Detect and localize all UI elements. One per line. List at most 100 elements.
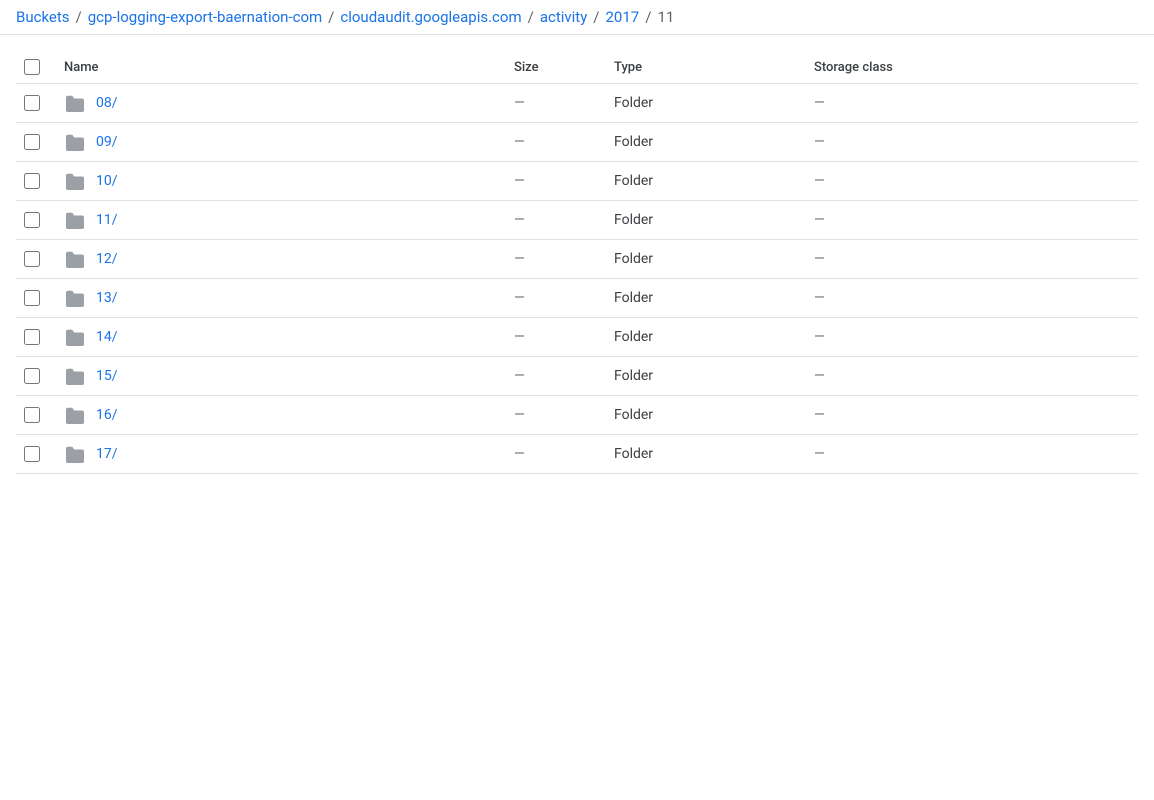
- folder-link-8[interactable]: 16/: [96, 407, 118, 423]
- row-checkbox-7[interactable]: [24, 368, 40, 384]
- size-value: —: [514, 134, 525, 150]
- row-name-cell: 15/: [56, 357, 506, 396]
- folder-link-7[interactable]: 15/: [96, 368, 118, 384]
- size-value: —: [514, 251, 525, 267]
- row-name-cell: 08/: [56, 84, 506, 123]
- row-type-cell: Folder: [606, 435, 806, 474]
- breadcrumb-separator: /: [328, 8, 334, 26]
- storage-class-value: —: [814, 446, 825, 462]
- row-checkbox-1[interactable]: [24, 134, 40, 150]
- storage-class-value: —: [814, 329, 825, 345]
- row-name-cell: 17/: [56, 435, 506, 474]
- row-storage-class-cell: —: [806, 123, 1138, 162]
- row-size-cell: —: [506, 357, 606, 396]
- size-value: —: [514, 368, 525, 384]
- breadcrumb-separator: /: [76, 8, 82, 26]
- row-size-cell: —: [506, 123, 606, 162]
- row-size-cell: —: [506, 162, 606, 201]
- folder-link-4[interactable]: 12/: [96, 251, 118, 267]
- storage-class-value: —: [814, 212, 825, 228]
- row-size-cell: —: [506, 396, 606, 435]
- folder-icon: [64, 445, 86, 463]
- storage-class-value: —: [814, 173, 825, 189]
- table-row: 16/ —Folder—: [16, 396, 1138, 435]
- breadcrumb-link-2017[interactable]: 2017: [606, 8, 640, 26]
- size-value: —: [514, 212, 525, 228]
- row-checkbox-cell: [16, 396, 56, 435]
- row-type-cell: Folder: [606, 357, 806, 396]
- row-checkbox-2[interactable]: [24, 173, 40, 189]
- folder-icon: [64, 94, 86, 112]
- storage-class-value: —: [814, 407, 825, 423]
- folder-link-6[interactable]: 14/: [96, 329, 118, 345]
- table-row: 11/ — Folder —: [16, 201, 1138, 240]
- row-checkbox-cell: [16, 162, 56, 201]
- storage-class-value: —: [814, 134, 825, 150]
- row-storage-class-cell: —: [806, 435, 1138, 474]
- row-size-cell: —: [506, 201, 606, 240]
- folder-link-3[interactable]: 11/: [96, 212, 118, 228]
- storage-class-value: —: [814, 251, 825, 267]
- folder-link-9[interactable]: 17/: [96, 446, 118, 462]
- breadcrumb-separator: /: [528, 8, 534, 26]
- row-checkbox-8[interactable]: [24, 407, 40, 423]
- folder-icon: [64, 406, 86, 424]
- breadcrumb-link-buckets[interactable]: Buckets: [16, 8, 70, 26]
- row-storage-class-cell: —: [806, 84, 1138, 123]
- table-header-row: Name Size Type Storage class: [16, 51, 1138, 84]
- row-checkbox-0[interactable]: [24, 95, 40, 111]
- select-all-header: [16, 51, 56, 84]
- row-name-cell: 16/: [56, 396, 506, 435]
- row-checkbox-6[interactable]: [24, 329, 40, 345]
- row-storage-class-cell: —: [806, 162, 1138, 201]
- row-type-cell: Folder: [606, 396, 806, 435]
- breadcrumb-separator: /: [645, 8, 651, 26]
- folder-icon: [64, 133, 86, 151]
- table-row: 15/ — Folder —: [16, 357, 1138, 396]
- row-checkbox-cell: [16, 357, 56, 396]
- folder-icon: [64, 289, 86, 307]
- row-checkbox-9[interactable]: [24, 446, 40, 462]
- table-body: 08/ —Folder— 09/ —Folder— 10/ —: [16, 84, 1138, 474]
- column-header-storage-class: Storage class: [806, 51, 1138, 84]
- row-name-cell: 09/: [56, 123, 506, 162]
- row-size-cell: —: [506, 435, 606, 474]
- row-type-cell: Folder: [606, 240, 806, 279]
- row-storage-class-cell: —: [806, 279, 1138, 318]
- row-size-cell: —: [506, 240, 606, 279]
- table-row: 14/ —Folder—: [16, 318, 1138, 357]
- column-header-size: Size: [506, 51, 606, 84]
- row-name-cell: 13/: [56, 279, 506, 318]
- breadcrumb-link-activity[interactable]: activity: [540, 8, 587, 26]
- column-header-name: Name: [56, 51, 506, 84]
- row-checkbox-3[interactable]: [24, 212, 40, 228]
- size-value: —: [514, 173, 525, 189]
- row-checkbox-cell: [16, 201, 56, 240]
- row-size-cell: —: [506, 318, 606, 357]
- folder-link-0[interactable]: 08/: [96, 95, 118, 111]
- table-row: 08/ —Folder—: [16, 84, 1138, 123]
- folder-icon: [64, 172, 86, 190]
- folder-link-5[interactable]: 13/: [96, 290, 118, 306]
- row-type-cell: Folder: [606, 318, 806, 357]
- row-type-cell: Folder: [606, 84, 806, 123]
- select-all-checkbox[interactable]: [24, 59, 40, 75]
- row-checkbox-5[interactable]: [24, 290, 40, 306]
- row-checkbox-4[interactable]: [24, 251, 40, 267]
- row-name-cell: 14/: [56, 318, 506, 357]
- breadcrumb-link-cloudaudit-googleapis-com[interactable]: cloudaudit.googleapis.com: [340, 8, 521, 26]
- row-checkbox-cell: [16, 240, 56, 279]
- storage-class-value: —: [814, 368, 825, 384]
- row-checkbox-cell: [16, 123, 56, 162]
- breadcrumb: Buckets / gcp-logging-export-baernation-…: [0, 0, 1154, 35]
- row-name-cell: 11/: [56, 201, 506, 240]
- folder-link-2[interactable]: 10/: [96, 173, 118, 189]
- folder-link-1[interactable]: 09/: [96, 134, 118, 150]
- breadcrumb-link-gcp-logging-export-baernation-com[interactable]: gcp-logging-export-baernation-com: [88, 8, 322, 26]
- column-header-type: Type: [606, 51, 806, 84]
- row-size-cell: —: [506, 84, 606, 123]
- size-value: —: [514, 446, 525, 462]
- size-value: —: [514, 95, 525, 111]
- table-row: 13/ —Folder—: [16, 279, 1138, 318]
- row-type-cell: Folder: [606, 201, 806, 240]
